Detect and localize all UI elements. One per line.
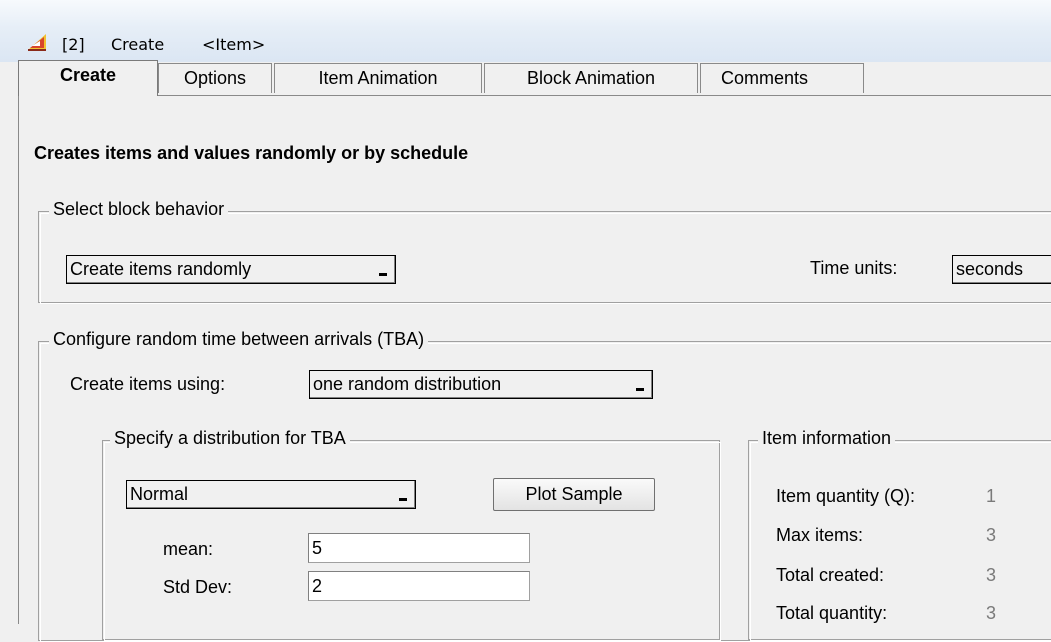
tab-panel-left-border: [18, 95, 19, 624]
time-units-value: seconds: [956, 259, 1024, 279]
window-title-item: <Item>: [202, 35, 266, 54]
mean-field[interactable]: 5: [308, 533, 530, 563]
distribution-legend: Specify a distribution for TBA: [110, 428, 350, 449]
create-using-value: one random distribution: [313, 374, 502, 394]
distribution-value: Normal: [130, 484, 189, 504]
item-quantity-label: Item quantity (Q):: [776, 486, 916, 506]
time-units-dropdown[interactable]: seconds: [952, 255, 1051, 284]
std-dev-label: Std Dev:: [163, 577, 233, 597]
plot-sample-button[interactable]: Plot Sample: [493, 478, 655, 511]
tab-item-animation[interactable]: Item Animation: [274, 63, 482, 93]
tab-panel-top-border: [18, 95, 1051, 96]
total-quantity-label: Total quantity:: [776, 603, 888, 623]
create-using-dropdown[interactable]: one random distribution: [309, 370, 653, 399]
block-behavior-value: Create items randomly: [70, 259, 252, 279]
total-created-label: Total created:: [776, 565, 885, 585]
tab-options[interactable]: Options: [158, 63, 272, 93]
item-information-legend: Item information: [758, 428, 896, 449]
total-created-value: 3: [986, 565, 997, 585]
create-using-label: Create items using:: [70, 374, 226, 394]
mean-label: mean:: [163, 539, 214, 559]
max-items-label: Max items:: [776, 525, 864, 545]
item-quantity-value: 1: [986, 486, 997, 506]
distribution-dropdown[interactable]: Normal: [126, 480, 416, 509]
tab-comments[interactable]: Comments: [700, 63, 864, 93]
chevron-down-icon: [399, 498, 407, 501]
total-quantity-value: 3: [986, 603, 997, 623]
tab-block-animation[interactable]: Block Animation: [484, 63, 698, 93]
chevron-down-icon: [379, 273, 387, 276]
block-behavior-dropdown[interactable]: Create items randomly: [66, 255, 396, 284]
block-behavior-legend: Select block behavior: [49, 199, 229, 220]
extendsim-app-icon: [28, 34, 46, 51]
tab-create[interactable]: Create: [18, 60, 158, 96]
tba-config-legend: Configure random time between arrivals (…: [49, 329, 429, 350]
window-title-index: [2]: [62, 35, 85, 54]
chevron-down-icon: [636, 388, 644, 391]
std-dev-field[interactable]: 2: [308, 571, 530, 601]
max-items-value: 3: [986, 525, 997, 545]
block-description-heading: Creates items and values randomly or by …: [34, 143, 469, 163]
time-units-label: Time units:: [810, 258, 898, 278]
window-title-block: Create: [111, 35, 165, 54]
